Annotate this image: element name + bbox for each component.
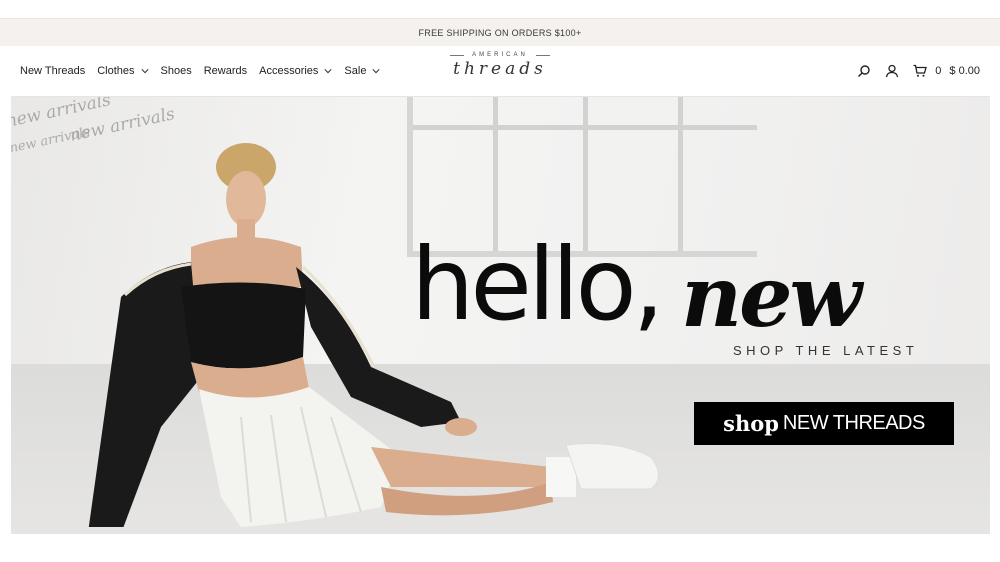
hero-headline-new: new bbox=[681, 247, 862, 346]
site-header: New Threads Clothes Shoes Rewards Access… bbox=[0, 46, 1000, 96]
chevron-down-icon bbox=[372, 69, 381, 74]
cta-script-text: shop bbox=[723, 411, 779, 436]
hero-subheadline: SHOP THE LATEST bbox=[733, 343, 919, 358]
account-icon[interactable] bbox=[885, 64, 899, 78]
chevron-down-icon bbox=[324, 69, 332, 74]
nav-clothes[interactable]: Clothes bbox=[97, 65, 149, 77]
cart-count: 0 bbox=[935, 65, 942, 77]
top-spacer bbox=[0, 0, 1000, 18]
nav-new-threads[interactable]: New Threads bbox=[20, 65, 85, 77]
logo-top-line: AMERICAN bbox=[420, 52, 580, 58]
hero-banner[interactable]: new arrivals new arrivals new arrivals h… bbox=[11, 96, 990, 534]
nav-label: Sale bbox=[344, 65, 367, 77]
nav-label: Accessories bbox=[259, 65, 319, 77]
logo-top-text: AMERICAN bbox=[472, 52, 528, 58]
cart-button[interactable]: 0 $ 0.00 bbox=[913, 64, 980, 78]
cart-total: $ 0.00 bbox=[949, 65, 980, 77]
main-nav: New Threads Clothes Shoes Rewards Access… bbox=[20, 65, 392, 77]
cta-text: NEW THREADS bbox=[782, 412, 925, 434]
shop-new-threads-button[interactable]: shop NEW THREADS bbox=[694, 402, 954, 445]
logo-rule bbox=[535, 54, 550, 56]
logo-script-text: threads bbox=[453, 59, 547, 79]
nav-accessories[interactable]: Accessories bbox=[259, 65, 332, 77]
nav-shoes[interactable]: Shoes bbox=[161, 65, 192, 77]
cart-icon bbox=[913, 64, 928, 77]
nav-label: Rewards bbox=[203, 65, 248, 77]
search-icon[interactable] bbox=[857, 64, 871, 78]
nav-rewards[interactable]: Rewards bbox=[204, 65, 247, 77]
announcement-text: FREE SHIPPING ON ORDERS $100+ bbox=[418, 27, 582, 38]
hero-headline-hello: hello, bbox=[411, 226, 664, 343]
nav-label: Clothes bbox=[97, 65, 135, 77]
chevron-down-icon bbox=[140, 69, 149, 74]
announcement-bar: FREE SHIPPING ON ORDERS $100+ bbox=[0, 18, 1000, 46]
nav-sale[interactable]: Sale bbox=[344, 65, 381, 77]
site-logo[interactable]: AMERICAN threads bbox=[420, 50, 580, 90]
header-utilities: 0 $ 0.00 bbox=[857, 46, 980, 96]
nav-label: New Threads bbox=[20, 65, 86, 77]
logo-rule bbox=[450, 54, 465, 56]
nav-label: Shoes bbox=[160, 65, 192, 77]
